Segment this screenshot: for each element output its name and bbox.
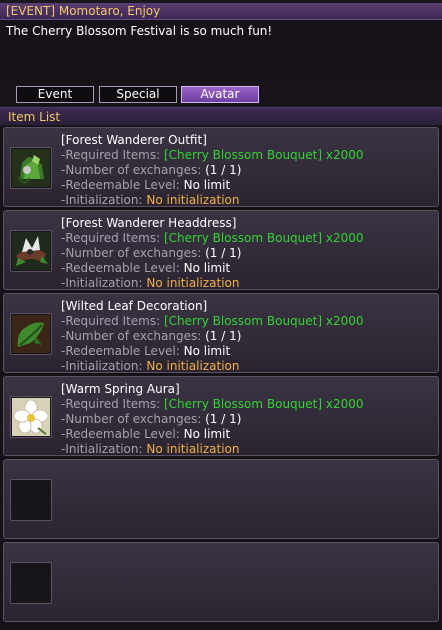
init-label: -Initialization: xyxy=(61,442,147,456)
item-list-header: Item List xyxy=(0,107,442,125)
item-name: [Wilted Leaf Decoration] xyxy=(61,299,208,313)
level-label: -Redeemable Level: xyxy=(61,178,184,192)
required-items-value: [Cherry Blossom Bouquet] x2000 xyxy=(163,397,364,411)
init-value: No initialization xyxy=(146,193,240,207)
init-label: -Initialization: xyxy=(61,193,147,207)
required-label: -Required Items: xyxy=(61,148,164,162)
item-name: [Warm Spring Aura] xyxy=(61,382,180,396)
npc-message: The Cherry Blossom Festival is so much f… xyxy=(0,20,442,82)
tab-event[interactable]: Event xyxy=(16,86,94,103)
required-label: -Required Items: xyxy=(61,314,164,328)
list-item[interactable]: [Forest Wanderer Headdress] -Required It… xyxy=(3,210,439,290)
item-list: [Forest Wanderer Outfit] -Required Items… xyxy=(0,126,442,630)
required-items-value: [Cherry Blossom Bouquet] x2000 xyxy=(163,148,364,162)
level-label: -Redeemable Level: xyxy=(61,261,184,275)
item-name: [Forest Wanderer Outfit] xyxy=(61,133,207,147)
item-slot[interactable] xyxy=(10,147,52,189)
tab-avatar[interactable]: Avatar xyxy=(181,86,259,103)
level-value: No limit xyxy=(183,427,231,441)
init-value: No initialization xyxy=(146,442,240,456)
level-label: -Redeemable Level: xyxy=(61,427,184,441)
tab-bar: Event Special Avatar xyxy=(0,82,442,106)
required-label: -Required Items: xyxy=(61,231,164,245)
item-slot[interactable] xyxy=(10,313,52,355)
exchanges-label: -Number of exchanges: xyxy=(61,163,206,177)
item-slot[interactable] xyxy=(10,230,52,272)
leaf-icon xyxy=(12,315,50,353)
tab-special[interactable]: Special xyxy=(99,86,177,103)
required-label: -Required Items: xyxy=(61,397,164,411)
required-items-value: [Cherry Blossom Bouquet] x2000 xyxy=(163,314,364,328)
init-label: -Initialization: xyxy=(61,359,147,373)
init-value: No initialization xyxy=(146,359,240,373)
item-slot[interactable] xyxy=(10,396,52,438)
init-label: -Initialization: xyxy=(61,276,147,290)
level-value: No limit xyxy=(183,344,231,358)
item-name: [Forest Wanderer Headdress] xyxy=(61,216,237,230)
list-item[interactable]: [Wilted Leaf Decoration] -Required Items… xyxy=(3,293,439,373)
exchanges-label: -Number of exchanges: xyxy=(61,412,206,426)
window-title: [EVENT] Momotaro, Enjoy xyxy=(0,3,442,20)
headdress-icon xyxy=(12,232,50,270)
exchanges-value: (1 / 1) xyxy=(205,163,242,177)
level-label: -Redeemable Level: xyxy=(61,344,184,358)
event-window: [EVENT] Momotaro, Enjoy The Cherry Bloss… xyxy=(0,0,442,630)
exchanges-label: -Number of exchanges: xyxy=(61,246,206,260)
flower-aura-icon xyxy=(12,398,50,436)
exchanges-value: (1 / 1) xyxy=(205,246,242,260)
exchanges-value: (1 / 1) xyxy=(205,412,242,426)
empty-list-item xyxy=(3,459,439,539)
exchanges-value: (1 / 1) xyxy=(205,329,242,343)
exchanges-label: -Number of exchanges: xyxy=(61,329,206,343)
empty-item-slot xyxy=(10,562,52,604)
list-item[interactable]: [Warm Spring Aura] -Required Items: [Che… xyxy=(3,376,439,456)
empty-list-item xyxy=(3,542,439,622)
init-value: No initialization xyxy=(146,276,240,290)
empty-item-slot xyxy=(10,479,52,521)
outfit-icon xyxy=(12,149,50,187)
level-value: No limit xyxy=(183,178,231,192)
list-item[interactable]: [Forest Wanderer Outfit] -Required Items… xyxy=(3,127,439,207)
level-value: No limit xyxy=(183,261,231,275)
required-items-value: [Cherry Blossom Bouquet] x2000 xyxy=(163,231,364,245)
